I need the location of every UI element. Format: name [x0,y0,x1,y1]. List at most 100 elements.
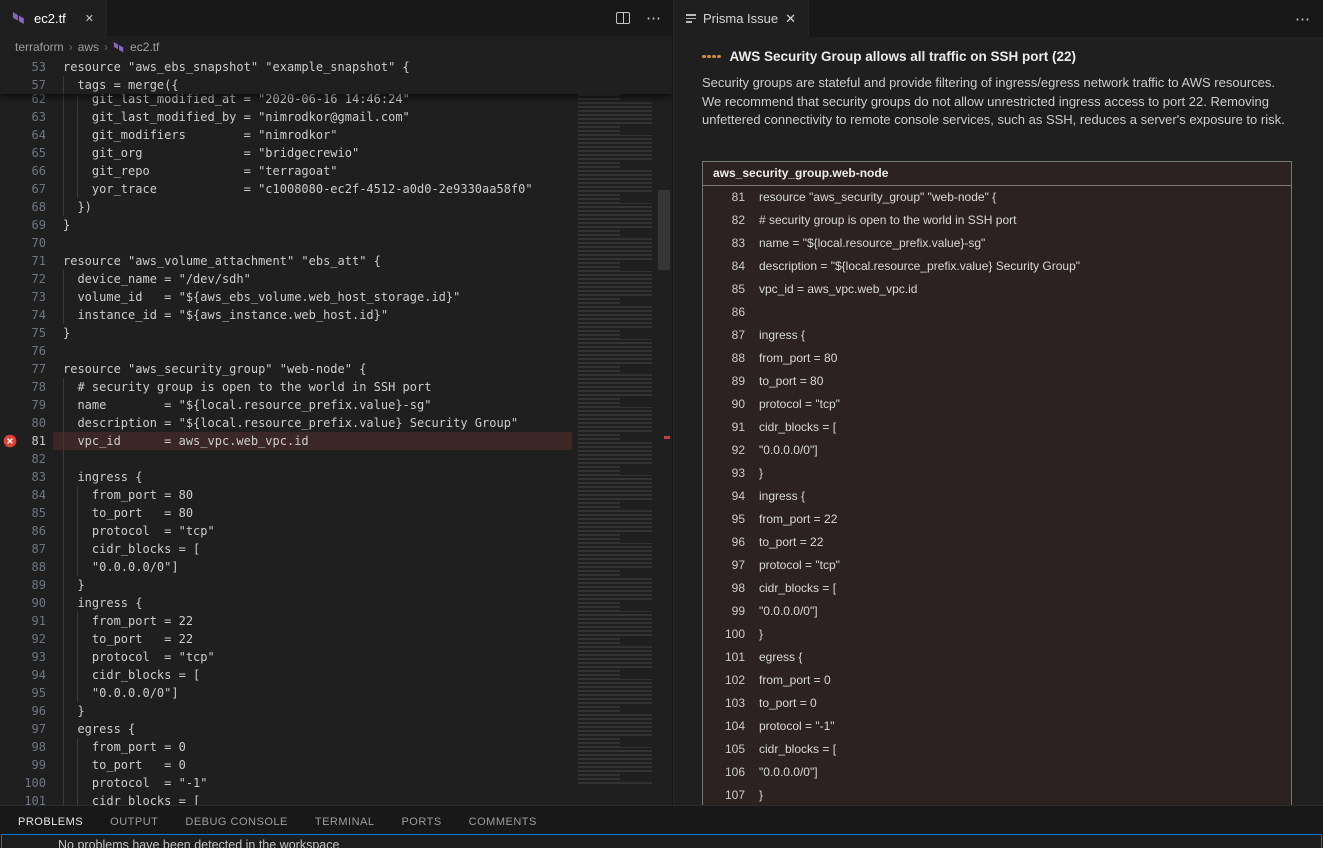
code-text: ingress { [759,485,805,508]
code-line-75[interactable]: 75} [0,324,572,342]
panel-tab-ports[interactable]: PORTS [401,816,441,835]
code-line-73[interactable]: 73 volume_id = "${aws_ebs_volume.web_hos… [0,288,572,306]
code-text: cidr_blocks = [ [759,577,836,600]
line-number: 85 [0,504,46,522]
code-line-76[interactable]: 76 [0,342,572,360]
line-number: 100 [0,774,46,792]
code-line-68[interactable]: 68 }) [0,198,572,216]
panel-tab-output[interactable]: OUTPUT [110,816,158,835]
code-line-85[interactable]: 85 to_port = 80 [0,504,572,522]
code-line-66[interactable]: 66 git_repo = "terragoat" [0,162,572,180]
severity-dots-icon [702,55,721,59]
line-number: 76 [0,342,46,360]
tab-ec2-tf[interactable]: ec2.tf ✕ [0,0,107,36]
panel-tab-comments[interactable]: COMMENTS [469,816,537,835]
code-line-65[interactable]: 65 git_org = "bridgecrewio" [0,144,572,162]
code-line-83[interactable]: 83 ingress { [0,468,572,486]
code-line-101[interactable]: 101 cidr_blocks = [ [0,792,572,805]
code-line-95[interactable]: 95 "0.0.0.0/0"] [0,684,572,702]
code-line-71[interactable]: 71resource "aws_volume_attachment" "ebs_… [0,252,572,270]
tab-prisma-issue[interactable]: Prisma Issue ✕ [674,0,809,37]
terraform-file-icon [113,41,126,54]
error-icon [3,434,17,448]
code-line-98[interactable]: 98 from_port = 0 [0,738,572,756]
issue-code-line-94: 94 ingress { [703,485,1291,508]
line-number: 79 [0,396,46,414]
code-line-93[interactable]: 93 protocol = "tcp" [0,648,572,666]
split-editor-icon[interactable] [616,12,630,24]
code-line-90[interactable]: 90 ingress { [0,594,572,612]
code-line-64[interactable]: 64 git_modifiers = "nimrodkor" [0,126,572,144]
code-line-91[interactable]: 91 from_port = 22 [0,612,572,630]
line-number: 99 [703,600,745,623]
code-line-67[interactable]: 67 yor_trace = "c1008080-ec2f-4512-a0d0-… [0,180,572,198]
panel-tab-debug-console[interactable]: DEBUG CONSOLE [185,816,287,835]
issue-code-line-95: 95from_port = 22 [703,508,1291,531]
line-number: 93 [703,462,745,485]
code-line-63[interactable]: 63 git_last_modified_by = "nimrodkor@gma… [0,108,572,126]
code-line-88[interactable]: 88 "0.0.0.0/0"] [0,558,572,576]
code-text: } [63,576,85,594]
line-number: 70 [0,234,46,252]
code-line-70[interactable]: 70 [0,234,572,252]
code-text: from_port = 0 [759,669,831,692]
code-line-77[interactable]: 77resource "aws_security_group" "web-nod… [0,360,572,378]
code-line-84[interactable]: 84 from_port = 80 [0,486,572,504]
code-text: to_port = 80 [63,504,193,522]
code-viewport[interactable]: 62 git_last_modified_at = "2020-06-16 14… [0,90,572,805]
code-text: } [63,324,70,342]
more-actions-icon[interactable]: ⋯ [646,9,662,27]
line-number: 64 [0,126,46,144]
code-line-78[interactable]: 78 # security group is open to the world… [0,378,572,396]
code-line-94[interactable]: 94 cidr_blocks = [ [0,666,572,684]
editor-actions: ⋯ [616,0,662,36]
sticky-line-53[interactable]: 53resource "aws_ebs_snapshot" "example_s… [0,58,572,76]
code-line-100[interactable]: 100 protocol = "-1" [0,774,572,792]
issue-code-line-98: 98cidr_blocks = [ [703,577,1291,600]
editor-tabbar: ec2.tf ✕ ⋯ [0,0,672,36]
line-number: 98 [0,738,46,756]
panel-tab-problems[interactable]: PROBLEMS [18,816,83,835]
code-line-69[interactable]: 69} [0,216,572,234]
code-line-72[interactable]: 72 device_name = "/dev/sdh" [0,270,572,288]
code-line-92[interactable]: 92 to_port = 22 [0,630,572,648]
code-text: description = "${local.resource_prefix.v… [759,255,1080,278]
code-text: vpc_id = aws_vpc.web_vpc.id [63,432,309,450]
code-line-96[interactable]: 96 } [0,702,572,720]
code-line-87[interactable]: 87 cidr_blocks = [ [0,540,572,558]
panel-tab-terminal[interactable]: TERMINAL [315,816,375,835]
breadcrumb-file[interactable]: ec2.tf [113,40,159,54]
line-number: 66 [0,162,46,180]
line-number: 101 [703,646,745,669]
code-line-99[interactable]: 99 to_port = 0 [0,756,572,774]
code-line-97[interactable]: 97 egress { [0,720,572,738]
line-number: 93 [0,648,46,666]
code-line-89[interactable]: 89 } [0,576,572,594]
breadcrumb-terraform[interactable]: terraform [15,40,64,54]
problems-message: No problems have been detected in the wo… [58,838,339,848]
code-line-81[interactable]: 81 vpc_id = aws_vpc.web_vpc.id [0,432,572,450]
issue-code-line-104: 104protocol = "-1" [703,715,1291,738]
issue-description: Security groups are stateful and provide… [702,74,1296,130]
code-text: "0.0.0.0/0"] [759,439,818,462]
line-number: 96 [0,702,46,720]
line-number: 94 [703,485,745,508]
code-text: yor_trace = "c1008080-ec2f-4512-a0d0-2e9… [63,180,533,198]
more-actions-icon[interactable]: ⋯ [1295,10,1311,28]
code-line-80[interactable]: 80 description = "${local.resource_prefi… [0,414,572,432]
code-line-79[interactable]: 79 name = "${local.resource_prefix.value… [0,396,572,414]
editor-scrollbar[interactable] [658,190,670,270]
tab-close-icon[interactable]: ✕ [85,12,94,25]
code-text: resource "aws_volume_attachment" "ebs_at… [63,252,381,270]
line-number: 101 [0,792,46,805]
line-number: 69 [0,216,46,234]
breadcrumb-aws[interactable]: aws [78,40,99,54]
code-line-82[interactable]: 82 [0,450,572,468]
code-line-74[interactable]: 74 instance_id = "${aws_instance.web_hos… [0,306,572,324]
breadcrumb: terraform › aws › ec2.tf [0,36,672,58]
sticky-scroll[interactable]: 53resource "aws_ebs_snapshot" "example_s… [0,58,672,94]
sticky-line-57[interactable]: 57 tags = merge({ [0,76,572,94]
code-line-86[interactable]: 86 protocol = "tcp" [0,522,572,540]
tab-close-icon[interactable]: ✕ [785,11,796,27]
line-number: 97 [703,554,745,577]
